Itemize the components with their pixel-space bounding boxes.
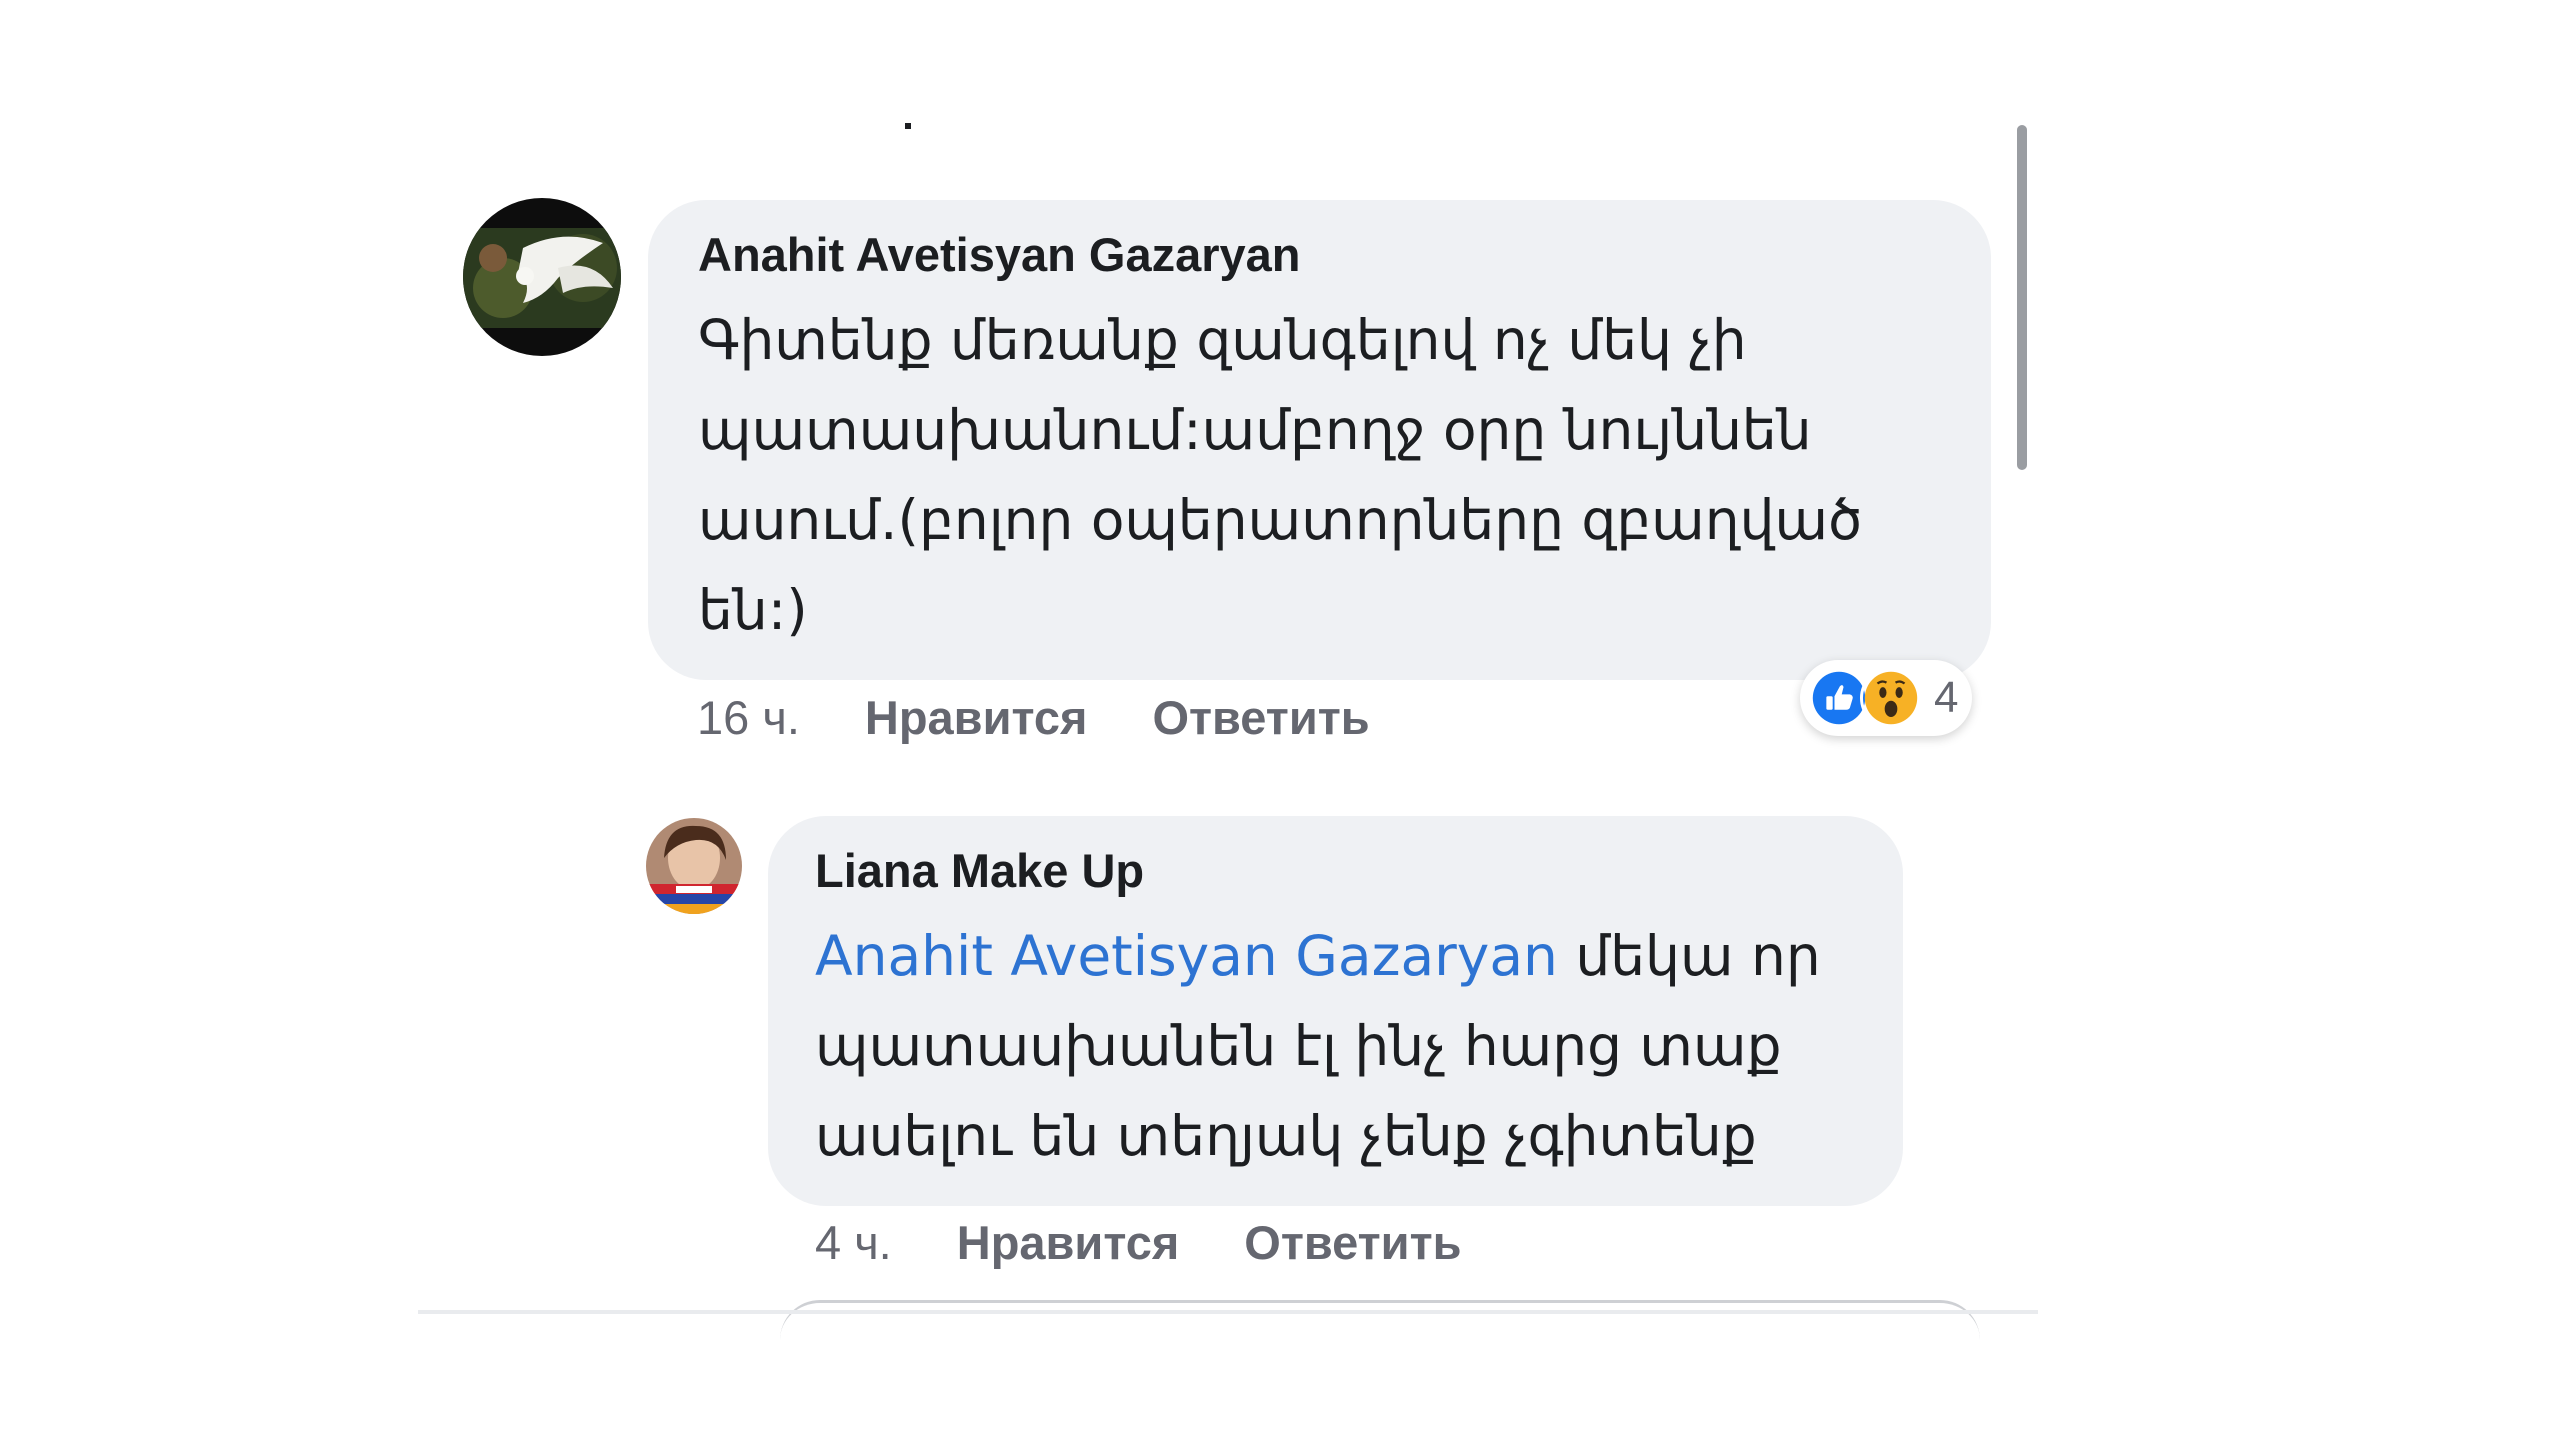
like-button[interactable]: Нравится [957,1215,1180,1270]
avatar[interactable] [463,198,621,356]
like-button[interactable]: Нравится [865,690,1088,745]
separator-dot [905,123,911,129]
comment-actions: 4 ч. Нравится Ответить [815,1215,1527,1270]
mention-link[interactable]: Anahit Avetisyan Gazaryan [815,924,1558,988]
scrollbar[interactable] [2017,125,2027,470]
wow-icon [1860,667,1922,729]
reactions-summary[interactable]: 4 [1800,660,1973,736]
divider [418,1310,2038,1314]
reply-button[interactable]: Ответить [1152,690,1369,745]
comment-bubble: Anahit Avetisyan Gazaryan Գիտենք մեռանք … [648,200,1991,680]
reaction-count: 4 [1934,673,1959,722]
reply-composer[interactable] [780,1300,1980,1340]
comment-timestamp[interactable]: 4 ч. [815,1215,892,1270]
comment-text: Anahit Avetisyan Gazaryan մեկա որ պատասխ… [815,911,1863,1181]
comment-timestamp[interactable]: 16 ч. [697,690,800,745]
comment-text: Գիտենք մեռանք զանգելով ոչ մեկ չի պատասխա… [698,308,1863,642]
reply-button[interactable]: Ответить [1244,1215,1461,1270]
comment-bubble: Liana Make Up Anahit Avetisyan Gazaryan … [768,816,1903,1206]
comment-author[interactable]: Liana Make Up [815,841,1863,901]
comment-thread: Anahit Avetisyan Gazaryan Գիտենք մեռանք … [0,0,2560,1440]
avatar[interactable] [646,818,742,914]
comment-actions: 16 ч. Нравится Ответить [697,690,1435,745]
comment-author[interactable]: Anahit Avetisyan Gazaryan [698,225,1951,285]
